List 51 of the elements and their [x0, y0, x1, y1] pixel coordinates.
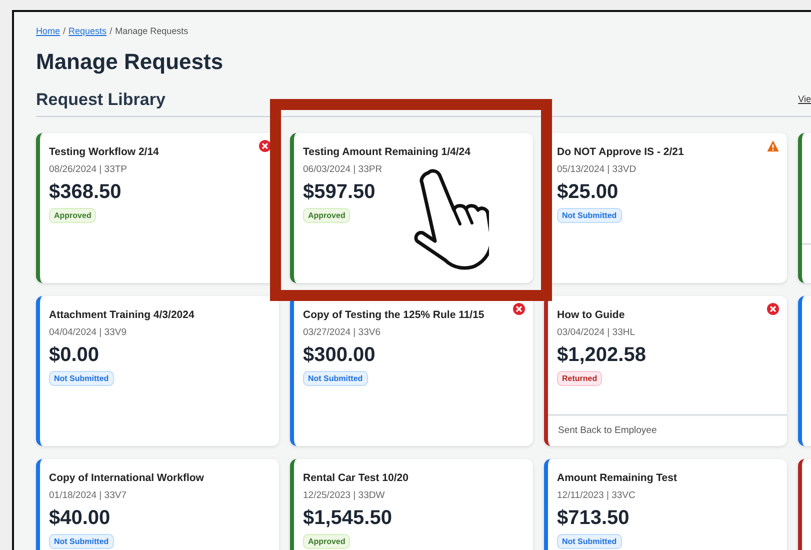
view-link[interactable]: Vie: [798, 92, 811, 106]
card-title: Attachment Training 4/3/2024: [49, 309, 194, 322]
breadcrumb-current: Manage Requests: [115, 25, 188, 38]
status-badge: Not Submitted: [303, 370, 368, 386]
amount: $300.00: [303, 342, 376, 367]
card-footer-text: Sent Back to Employee: [548, 414, 787, 446]
card-meta: 12/25/2023 | 33DW: [303, 490, 385, 502]
status-badge: Not Submitted: [49, 534, 114, 550]
status-badge: Returned: [557, 370, 602, 386]
card-title: Copy of Testing the 125% Rule 11/15: [303, 309, 484, 322]
card-meta: 08/26/2024 | 33TP: [49, 164, 127, 176]
card-title: Amount Remaining Test: [557, 472, 677, 485]
hand-cursor-icon: [414, 167, 489, 272]
breadcrumb-link[interactable]: Requests: [68, 25, 107, 38]
card-meta: 03/04/2024 | 33HL: [557, 327, 636, 339]
card-title: Testing Amount Remaining 1/4/24: [303, 146, 470, 159]
card-title: How to Guide: [557, 309, 625, 322]
card-title: Do NOT Approve IS - 2/21: [557, 146, 684, 159]
status-badge: Not Submitted: [49, 370, 114, 386]
card-meta: 12/11/2023 | 33VC: [557, 490, 636, 502]
amount: $597.50: [303, 180, 376, 204]
card-title: Rental Car Test 10/20: [303, 472, 408, 485]
status-badge: Approved: [303, 534, 350, 550]
card-meta: 03/27/2024 | 33V6: [303, 327, 380, 339]
amount: $368.50: [49, 180, 122, 204]
amount: $713.50: [557, 506, 630, 530]
status-badge: Not Submitted: [557, 534, 622, 550]
amount: $1,545.50: [303, 506, 392, 530]
amount: $1,202.58: [557, 342, 646, 367]
card-title: Copy of International Workflow: [49, 472, 204, 485]
status-badge: Approved: [49, 208, 96, 224]
breadcrumb-separator: /: [63, 25, 66, 38]
amount: $40.00: [49, 506, 110, 530]
card-meta: 06/03/2024 | 33PR: [303, 164, 382, 176]
status-badge: Not Submitted: [557, 208, 622, 224]
amount: $0.00: [49, 342, 100, 367]
request-card[interactable]: How to Guide 03/04/2024 | 33HL $1,202.58 Returned Sent Back to Employee: [544, 296, 787, 446]
card-meta: 01/18/2024 | 33V7: [49, 490, 126, 502]
card-meta: 05/13/2024 | 33VD: [557, 164, 636, 176]
request-card[interactable]: Rental Car Test 10/20 12/25/2023 | 33DW $1,545.50 Approved: [290, 459, 533, 550]
breadcrumb-link[interactable]: Home: [36, 25, 60, 38]
breadcrumb-separator: /: [110, 25, 112, 38]
card-title: Testing Workflow 2/14: [49, 146, 159, 159]
card-meta: 04/04/2024 | 33V9: [49, 327, 126, 339]
section-title: Request Library: [36, 88, 166, 111]
amount: $25.00: [557, 180, 618, 204]
page-title: Manage Requests: [36, 48, 224, 75]
status-badge: Approved: [303, 208, 350, 224]
request-card[interactable]: Amount Remaining Test 12/11/2023 | 33VC $713.50 Not Submitted: [544, 459, 787, 550]
request-card[interactable]: Copy of International Workflow 01/18/2024 | 33V7 $40.00 Not Submitted: [36, 459, 279, 550]
request-card[interactable]: Attachment Training 4/3/2024 04/04/2024 | 33V9 $0.00 Not Submitted: [36, 296, 279, 446]
